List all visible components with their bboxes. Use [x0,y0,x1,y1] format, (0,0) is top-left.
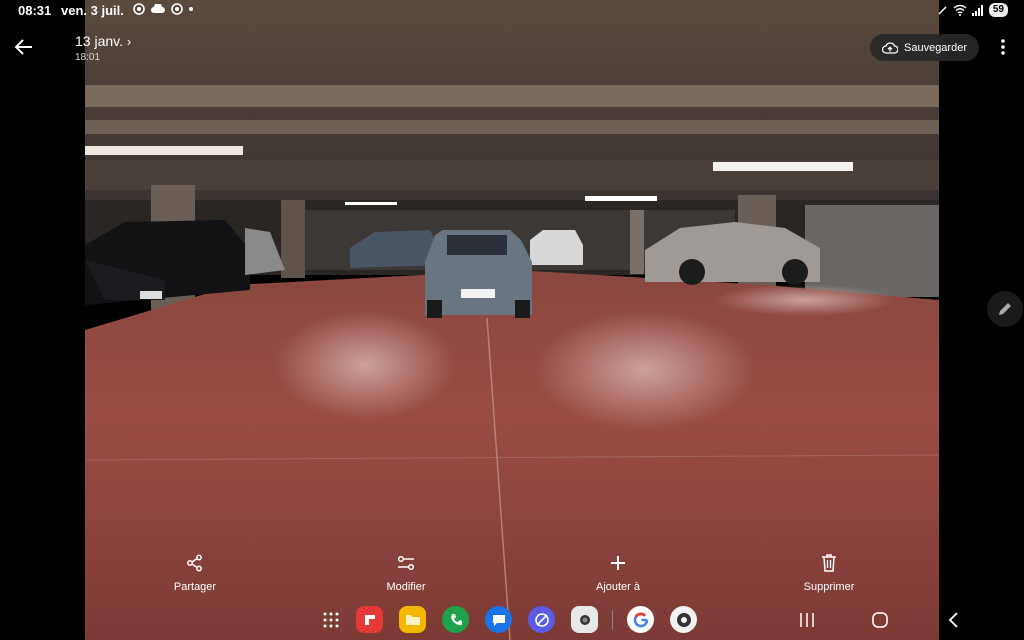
photo-viewer[interactable] [85,0,939,640]
chrome-icon [171,3,183,15]
home-icon[interactable] [870,610,890,630]
back-arrow-icon[interactable] [14,37,34,57]
battery-indicator: 59 [988,3,1008,17]
chevron-right-icon: › [126,34,132,49]
files-app-icon[interactable] [399,606,426,633]
dock-separator [612,610,613,630]
notification-dot-icon [189,7,193,11]
save-to-cloud-button[interactable]: Sauvegarder [870,34,979,61]
share-button[interactable]: Partager [135,550,255,593]
taskbar [0,602,1024,638]
status-bar: 08:31 ven. 3 juil. 59 [0,0,1024,22]
back-nav-icon[interactable] [944,610,964,630]
parking-garage-photo [85,0,939,640]
photo-date-title[interactable]: 13 janv. › [75,33,131,49]
cloud-icon [151,4,165,13]
edit-photo-button[interactable]: Modifier [346,550,466,593]
flipboard-app-icon[interactable] [356,606,383,633]
share-icon [187,554,202,572]
trash-icon [822,554,836,572]
messages-app-icon[interactable] [485,606,512,633]
wifi-icon [953,4,967,16]
camera-app-icon[interactable] [571,606,598,633]
clock: 08:31 [18,3,52,18]
cloud-upload-icon [882,41,898,54]
app-drawer-icon[interactable] [323,612,339,628]
tune-icon [397,555,415,571]
date: ven. 3 juil. [61,3,124,18]
internet-app-icon[interactable] [528,606,555,633]
photo-action-bar: Partager Modifier Ajouter à Supprimer [0,550,1024,600]
google-app-icon[interactable] [627,606,654,633]
phone-app-icon[interactable] [442,606,469,633]
recent-apps-icon[interactable] [797,610,817,630]
pen-icon [938,6,947,15]
settings-app-icon[interactable] [670,606,697,633]
add-to-button[interactable]: Ajouter à [558,550,678,593]
delete-button[interactable]: Supprimer [769,550,889,593]
chrome-icon [133,3,145,15]
edit-button[interactable] [987,291,1023,327]
plus-icon [611,556,625,570]
pencil-icon [999,303,1011,315]
more-options-icon[interactable] [995,38,1011,56]
signal-icon [971,4,983,16]
photo-time: 18:01 [75,52,101,63]
